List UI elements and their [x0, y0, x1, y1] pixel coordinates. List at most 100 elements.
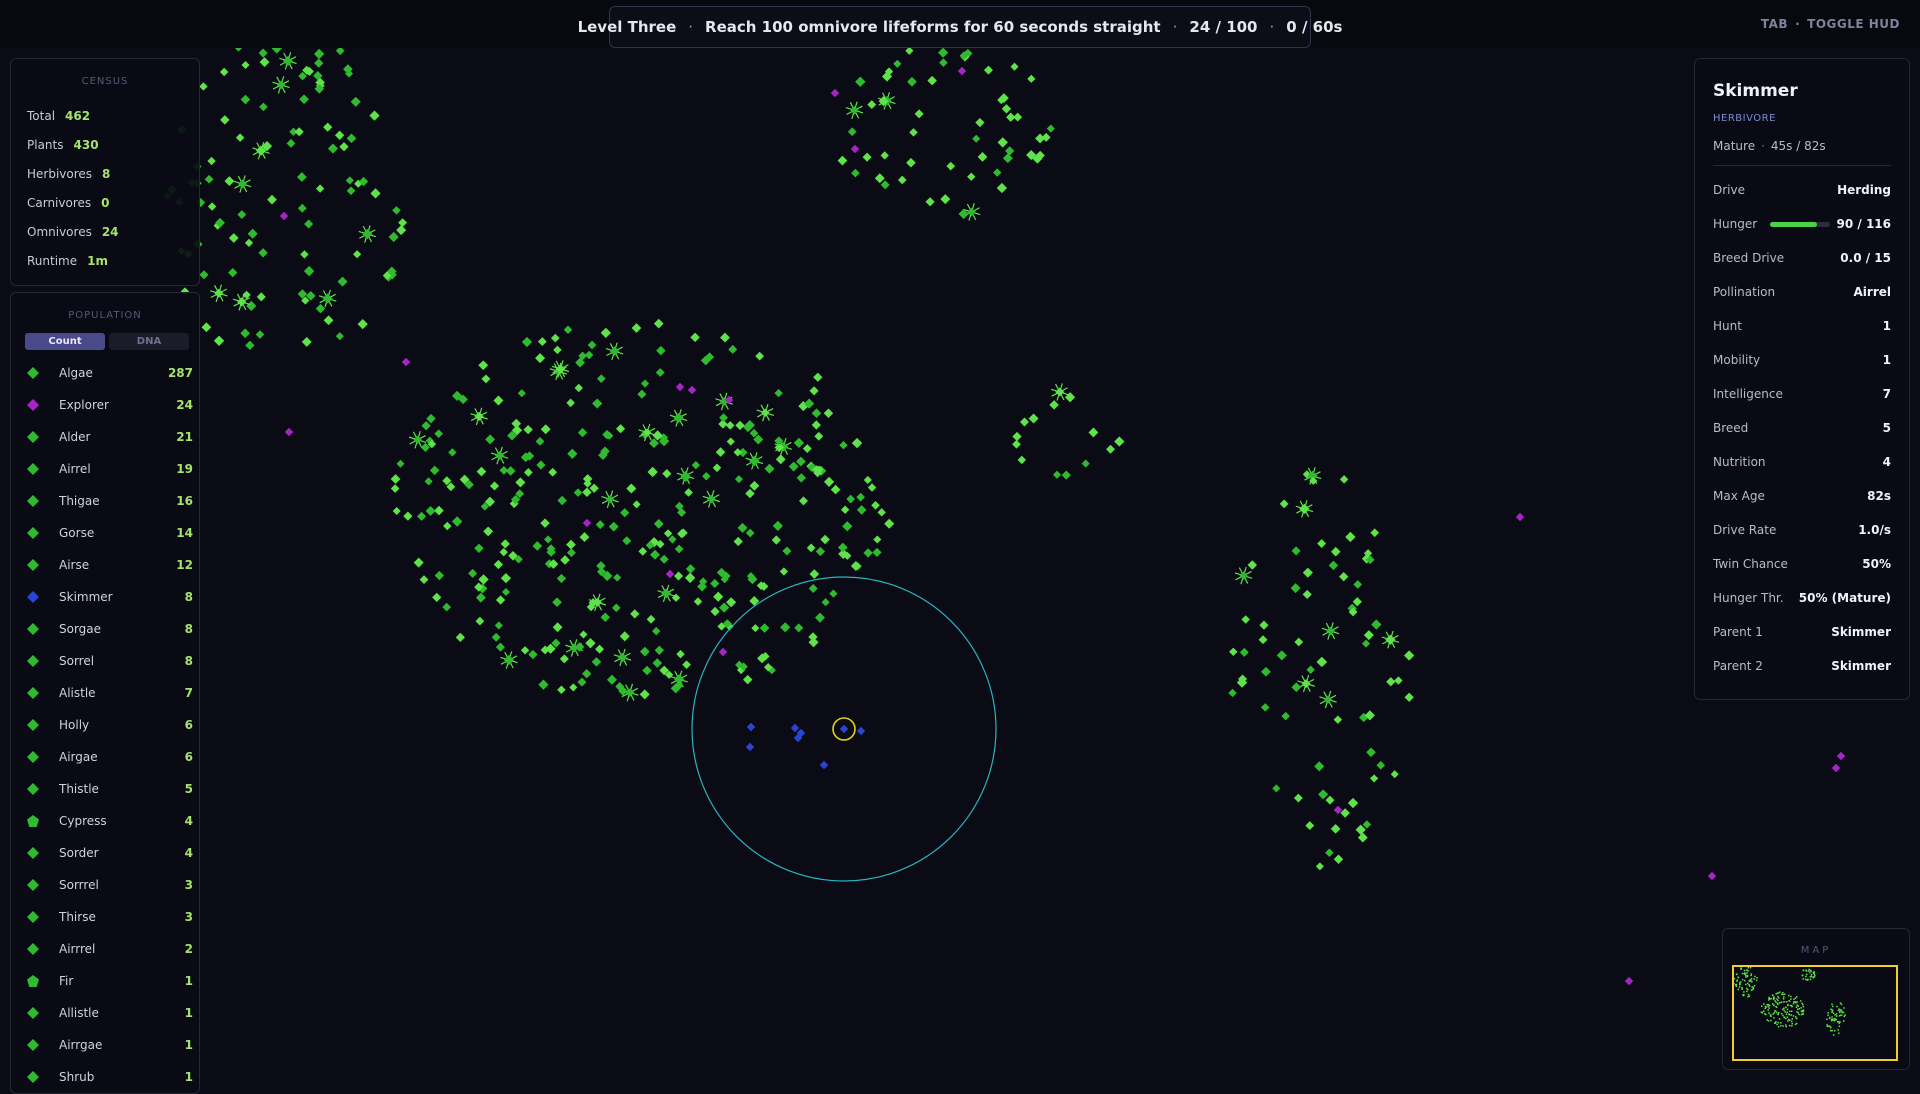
plant[interactable] [733, 448, 742, 457]
plant[interactable] [567, 448, 578, 459]
plant[interactable] [491, 632, 501, 642]
plant[interactable] [652, 626, 661, 636]
plant[interactable] [353, 250, 362, 259]
plant[interactable] [749, 480, 760, 491]
herbivore-creature[interactable] [819, 760, 829, 770]
plant[interactable] [906, 157, 916, 168]
plant[interactable] [1404, 692, 1414, 702]
plant[interactable] [684, 488, 693, 497]
plant[interactable] [339, 142, 349, 152]
plant[interactable] [500, 573, 512, 584]
plant[interactable] [540, 424, 551, 435]
plant[interactable] [425, 505, 436, 516]
plant[interactable] [424, 477, 433, 486]
plant[interactable] [993, 168, 1002, 177]
plant[interactable] [823, 476, 835, 488]
plant[interactable] [706, 494, 716, 504]
plant[interactable] [814, 431, 824, 441]
plant[interactable] [346, 133, 357, 144]
plant[interactable] [855, 76, 866, 87]
plant[interactable] [587, 340, 597, 350]
omnivore-creature[interactable] [1831, 763, 1841, 773]
plant[interactable] [1106, 444, 1116, 454]
plant[interactable] [728, 344, 738, 354]
plant[interactable] [237, 210, 247, 220]
species-row[interactable]: Alder 21 [25, 427, 193, 447]
species-row[interactable]: Thigae 16 [25, 491, 193, 511]
plant[interactable] [1114, 436, 1125, 447]
plant[interactable] [850, 105, 859, 115]
plant[interactable] [413, 435, 422, 444]
plant[interactable] [1316, 656, 1327, 668]
plant[interactable] [1259, 620, 1269, 630]
plant[interactable] [566, 539, 576, 550]
plant[interactable] [494, 621, 503, 630]
plant[interactable] [794, 623, 804, 633]
plant[interactable] [201, 322, 212, 333]
plant[interactable] [735, 420, 745, 431]
plant[interactable] [1361, 639, 1371, 648]
plant[interactable] [880, 151, 889, 160]
plant[interactable] [478, 574, 489, 585]
plant[interactable] [647, 466, 658, 478]
plant[interactable] [398, 218, 408, 228]
omnivore-creature[interactable] [718, 647, 728, 657]
plant[interactable] [523, 424, 533, 435]
plant[interactable] [745, 488, 755, 499]
plant[interactable] [535, 436, 545, 446]
plant[interactable] [548, 467, 558, 477]
plant[interactable] [641, 379, 650, 388]
plant[interactable] [611, 603, 621, 613]
omnivore-creature[interactable] [1707, 871, 1717, 881]
plant[interactable] [474, 543, 484, 554]
plant[interactable] [631, 323, 642, 333]
toggle-hud-hint[interactable]: TAB · TOGGLE HUD [1761, 17, 1900, 31]
plant[interactable] [907, 76, 917, 87]
species-row[interactable]: Sorrrel 3 [25, 875, 193, 895]
plant[interactable] [240, 328, 250, 339]
plant[interactable] [1261, 666, 1271, 677]
plant[interactable] [774, 388, 783, 398]
plant[interactable] [806, 543, 816, 553]
plant[interactable] [1366, 747, 1376, 758]
plant[interactable] [809, 569, 820, 579]
plant[interactable] [532, 541, 543, 551]
plant[interactable] [1305, 821, 1315, 831]
species-row[interactable]: Airse 12 [25, 555, 193, 575]
plant[interactable] [977, 151, 988, 162]
plant[interactable] [434, 429, 444, 439]
plant[interactable] [494, 450, 505, 461]
plant[interactable] [842, 521, 853, 532]
plant[interactable] [1314, 761, 1325, 772]
plant[interactable] [734, 475, 743, 484]
plant[interactable] [1012, 431, 1022, 442]
plant[interactable] [661, 588, 672, 599]
plant[interactable] [255, 330, 265, 339]
plant[interactable] [1362, 820, 1372, 829]
plant[interactable] [613, 573, 622, 582]
plant[interactable] [813, 372, 823, 382]
plant[interactable] [556, 573, 567, 584]
plant[interactable] [676, 649, 685, 659]
plant[interactable] [357, 319, 368, 330]
species-row[interactable]: Sorrel 8 [25, 651, 193, 671]
plant[interactable] [1345, 531, 1356, 543]
plant[interactable] [434, 570, 445, 581]
plant[interactable] [207, 156, 216, 166]
plant[interactable] [983, 65, 993, 75]
plant[interactable] [1012, 439, 1021, 449]
plant[interactable] [712, 463, 722, 473]
plant[interactable] [515, 477, 526, 488]
plant[interactable] [846, 494, 856, 504]
plant[interactable] [946, 161, 956, 171]
plant[interactable] [1370, 774, 1379, 783]
plant[interactable] [856, 492, 866, 502]
plant[interactable] [224, 176, 235, 187]
plant[interactable] [972, 134, 981, 143]
omnivore-creature[interactable] [284, 427, 294, 437]
plant[interactable] [327, 143, 339, 154]
plant[interactable] [416, 511, 427, 521]
plant[interactable] [392, 206, 401, 215]
plant[interactable] [796, 456, 806, 467]
omnivore-creature[interactable] [675, 382, 685, 392]
